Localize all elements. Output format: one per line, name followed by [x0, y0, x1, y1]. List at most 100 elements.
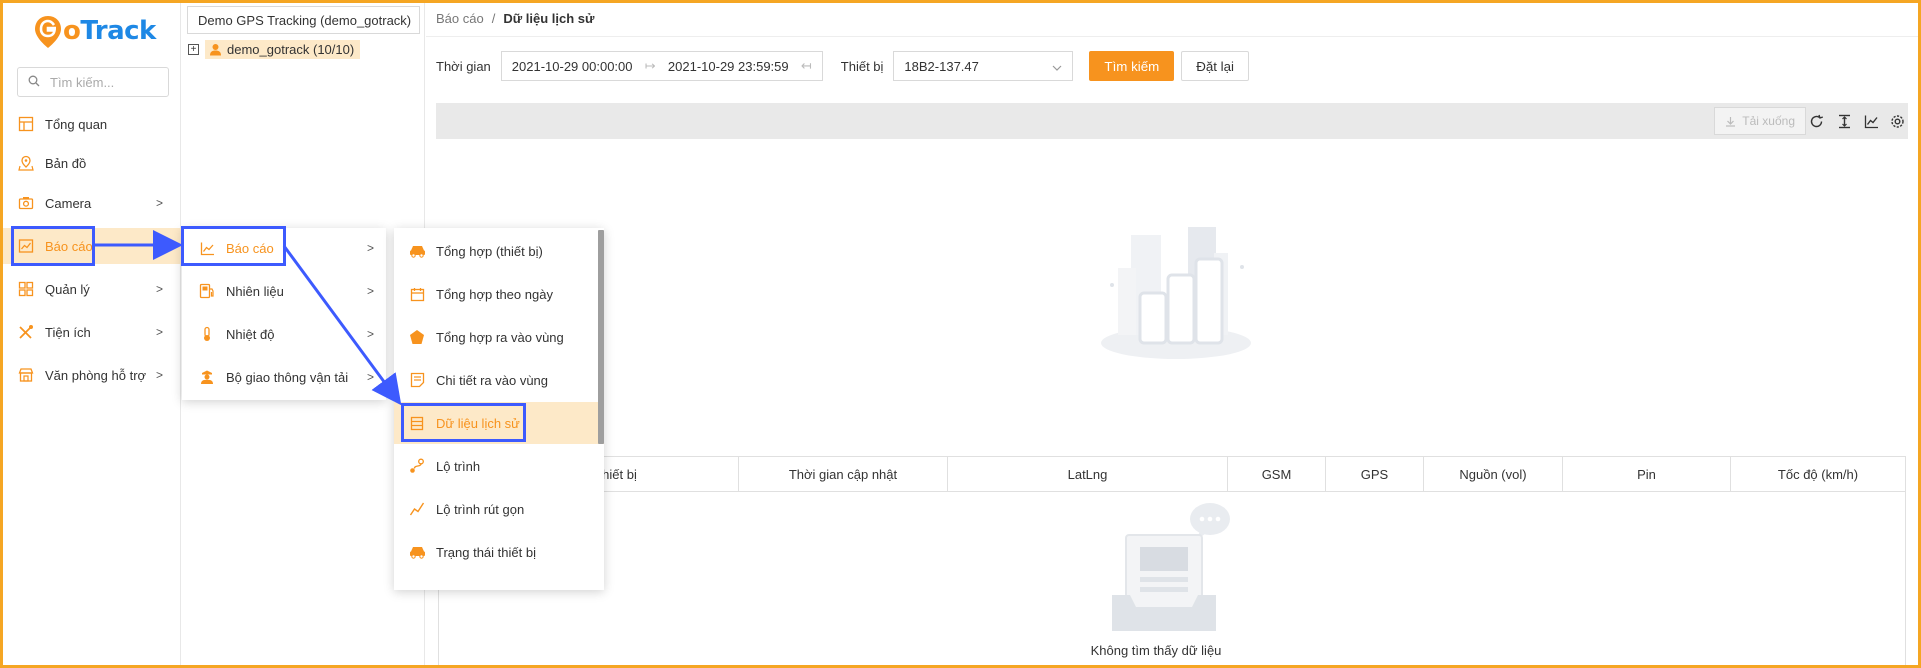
gotrack-logo[interactable]: oTrack	[33, 11, 156, 51]
sidebar-item-camera[interactable]: Camera >	[3, 185, 181, 221]
menu-item-label: Báo cáo	[226, 240, 274, 256]
chevron-right-icon: >	[366, 241, 374, 255]
map-icon	[17, 154, 35, 172]
date-to[interactable]: 2021-10-29 23:59:59	[668, 59, 789, 74]
document-icon	[408, 371, 426, 389]
sidebar-search-input[interactable]: Tìm kiếm...	[17, 67, 169, 97]
breadcrumb-parent[interactable]: Báo cáo	[436, 11, 484, 26]
menu1-item-nhiet-do[interactable]: Nhiệt độ >	[182, 314, 386, 354]
tree-node[interactable]: + demo_gotrack (10/10)	[188, 38, 361, 60]
tools-icon	[17, 323, 35, 341]
search-button[interactable]: Tìm kiếm	[1089, 51, 1175, 81]
officer-icon	[198, 368, 216, 386]
chevron-right-icon: >	[366, 327, 374, 341]
no-data-text: Không tìm thấy dữ liệu	[1090, 643, 1222, 658]
column-header[interactable]: Thời gian cập nhật	[739, 457, 948, 491]
tree-node-text: demo_gotrack (10/10)	[227, 41, 355, 57]
menu2-item-lo-trinh[interactable]: Lộ trình	[394, 445, 604, 487]
column-header[interactable]: Nguồn (vol)	[1424, 457, 1563, 491]
filter-bar: Thời gian 2021-10-29 00:00:00 ↦ 2021-10-…	[436, 51, 1249, 81]
sidebar-item-ban-do[interactable]: Bản đồ	[3, 145, 181, 181]
chevron-right-icon: >	[155, 325, 163, 339]
arrow-left-icon: ↤	[800, 58, 812, 73]
chart-icon	[17, 237, 35, 255]
report-submenu: Báo cáo > Nhiên liệu > Nhiệt độ > Bộ gia…	[182, 228, 386, 400]
menu2-item-tong-hop-ra-vao-vung[interactable]: Tổng hợp ra vào vùng	[394, 316, 604, 358]
menu-item-label: Nhiên liệu	[226, 283, 284, 299]
menu-item-label: Tổng hợp theo ngày	[436, 286, 553, 302]
menu-item-label: Nhiệt độ	[226, 326, 275, 342]
menu-item-label: Lộ trình	[436, 458, 481, 474]
sidebar-item-bao-cao[interactable]: Báo cáo	[3, 228, 181, 264]
sidebar-item-label: Tổng quan	[45, 116, 108, 132]
empty-chart-illustration	[1096, 223, 1256, 366]
search-icon	[28, 75, 50, 90]
grid-icon	[17, 280, 35, 298]
arrow-right-icon: ↦	[644, 58, 656, 73]
tree-node-label[interactable]: demo_gotrack (10/10)	[205, 39, 361, 59]
sidebar-item-tong-quan[interactable]: Tổng quan	[3, 106, 181, 142]
line-chart-icon[interactable]	[1862, 112, 1880, 130]
user-icon	[209, 43, 222, 56]
menu1-item-nhien-lieu[interactable]: Nhiên liệu >	[182, 271, 386, 311]
column-header[interactable]: Pin	[1563, 457, 1731, 491]
download-button[interactable]: Tải xuống	[1714, 107, 1806, 135]
menu-item-label: Trạng thái thiết bị	[436, 544, 536, 560]
settings-icon[interactable]	[1888, 112, 1906, 130]
refresh-icon[interactable]	[1807, 112, 1825, 130]
breadcrumb-current: Dữ liệu lịch sử	[503, 11, 595, 26]
device-label: Thiết bị	[840, 58, 884, 74]
sidebar-item-label: Báo cáo	[45, 238, 93, 254]
sidebar-item-tien-ich[interactable]: Tiện ích >	[3, 314, 181, 350]
device-select[interactable]: 18B2-137.47	[893, 51, 1074, 81]
calendar-icon	[408, 285, 426, 303]
table-header: Thời gian thiết bị Thời gian cập nhật La…	[438, 456, 1906, 492]
column-height-icon[interactable]	[1835, 112, 1853, 130]
breadcrumb: Báo cáo / Dữ liệu lịch sử	[436, 11, 594, 26]
menu2-item-chi-tiet-ra-vao-vung[interactable]: Chi tiết ra vào vùng	[394, 359, 604, 401]
date-range-picker[interactable]: 2021-10-29 00:00:00 ↦ 2021-10-29 23:59:5…	[500, 51, 823, 81]
column-header[interactable]: LatLng	[948, 457, 1228, 491]
line-chart-icon	[408, 500, 426, 518]
time-label: Thời gian	[436, 58, 491, 74]
no-data-illustration	[1106, 503, 1236, 641]
menu-item-label: Bộ giao thông vận tải	[226, 369, 349, 385]
chevron-right-icon: >	[366, 370, 374, 384]
menu-item-label: Tổng hợp (thiết bị)	[436, 243, 543, 259]
divider	[426, 36, 1918, 37]
column-header[interactable]: Tốc độ (km/h)	[1731, 457, 1905, 491]
download-icon	[1725, 116, 1736, 127]
camera-icon	[17, 194, 35, 212]
chevron-right-icon: >	[155, 368, 163, 382]
menu2-item-du-lieu-lich-su[interactable]: Dữ liệu lịch sử	[394, 402, 604, 444]
logo-pin-icon	[33, 14, 63, 48]
menu-scrollbar[interactable]	[598, 230, 604, 444]
column-header[interactable]: GPS	[1326, 457, 1424, 491]
menu-item-label: Tổng hợp ra vào vùng	[436, 329, 564, 345]
menu-item-label: Lộ trình rút gọn	[436, 501, 525, 517]
sidebar-item-label: Tiện ích	[45, 324, 91, 340]
dashboard-icon	[17, 115, 35, 133]
menu1-item-bo-giao-thong-van-tai[interactable]: Bộ giao thông vận tải >	[182, 357, 386, 397]
store-icon	[17, 366, 35, 384]
logo-text: oTrack	[63, 16, 156, 46]
menu2-item-lo-trinh-rut-gon[interactable]: Lộ trình rút gọn	[394, 488, 604, 530]
chart-icon	[198, 239, 216, 257]
sidebar-item-van-phong-ho-tro[interactable]: Văn phòng hỗ trợ >	[3, 357, 181, 393]
device-value: 18B2-137.47	[904, 58, 979, 74]
menu2-item-tong-hop-thiet-bi[interactable]: Tổng hợp (thiết bị)	[394, 230, 604, 272]
menu2-item-tong-hop-theo-ngay[interactable]: Tổng hợp theo ngày	[394, 273, 604, 315]
fuel-icon	[198, 282, 216, 300]
sidebar-item-quan-ly[interactable]: Quản lý >	[3, 271, 181, 307]
menu2-item-trang-thai-thiet-bi[interactable]: Trạng thái thiết bị	[394, 531, 604, 573]
menu1-item-bao-cao[interactable]: Báo cáo >	[182, 228, 386, 268]
column-header[interactable]: GSM	[1228, 457, 1326, 491]
report-type-submenu: Tổng hợp (thiết bị) Tổng hợp theo ngày T…	[394, 228, 604, 590]
reset-button[interactable]: Đặt lại	[1181, 51, 1249, 81]
date-from[interactable]: 2021-10-29 00:00:00	[512, 59, 633, 74]
table-toolbar: Tải xuống	[436, 103, 1908, 139]
main-content: Báo cáo / Dữ liệu lịch sử Thời gian 2021-1…	[426, 3, 1918, 667]
expand-icon[interactable]: +	[188, 43, 199, 55]
account-select[interactable]: Demo GPS Tracking (demo_gotrack)	[187, 6, 420, 34]
sidebar-item-label: Bản đồ	[45, 155, 87, 171]
